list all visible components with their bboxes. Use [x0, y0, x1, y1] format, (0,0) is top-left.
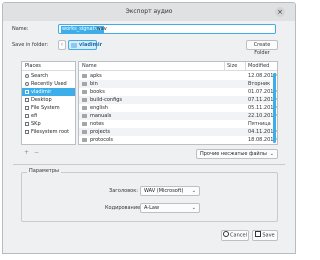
- file-list: Name Size Modified apks 12.08.2019 bin Вто…: [78, 61, 278, 145]
- cancel-button[interactable]: Cancel: [221, 230, 249, 241]
- place-filesystem-root[interactable]: Filesystem root: [22, 128, 75, 136]
- file-row[interactable]: manuals 22.10.2019: [79, 112, 277, 120]
- column-modified-header[interactable]: Modified: [248, 62, 269, 71]
- desktop-icon: [25, 97, 29, 102]
- place-recently-used[interactable]: Recently Used: [22, 80, 75, 88]
- clock-icon: [25, 81, 29, 86]
- parameters-group: [21, 172, 278, 222]
- window-title: Экспорт аудио: [125, 8, 173, 15]
- encoding-select[interactable]: A-Law ⌄: [140, 203, 200, 213]
- places-panel: Places Search Recently Used vladimir Des…: [21, 61, 76, 145]
- chevron-down-icon: ⌄: [191, 205, 196, 211]
- breadcrumb-label: vladimir: [79, 42, 103, 48]
- breadcrumb-home[interactable]: vladimir: [68, 40, 102, 50]
- place-home[interactable]: vladimir: [22, 88, 75, 96]
- drive-icon: [25, 113, 29, 118]
- place-desktop[interactable]: Desktop: [22, 96, 75, 104]
- place-skp[interactable]: SKp: [22, 120, 75, 128]
- home-icon: [25, 89, 29, 94]
- home-folder-icon: [71, 43, 77, 48]
- place-efi[interactable]: efi: [22, 112, 75, 120]
- save-button[interactable]: Save: [252, 230, 278, 241]
- separator: [13, 164, 285, 165]
- folder-icon: [82, 81, 87, 86]
- close-icon[interactable]: ×: [275, 7, 285, 17]
- header-label: Заголовок:: [109, 188, 138, 194]
- column-divider: [245, 62, 246, 71]
- parameters-title: Параметры: [27, 168, 61, 174]
- file-list-scrollbar[interactable]: [270, 71, 277, 144]
- folder-icon: [82, 105, 87, 110]
- column-name-header[interactable]: Name: [82, 62, 97, 71]
- file-row[interactable]: english 05.11.2019: [79, 104, 277, 112]
- file-row[interactable]: books 01.07.2019: [79, 88, 277, 96]
- file-row[interactable]: projects 04.11.2019: [79, 128, 277, 136]
- export-audio-dialog: Экспорт аудио × Name: works_signature .w…: [2, 2, 296, 254]
- place-search[interactable]: Search: [22, 72, 75, 80]
- file-row[interactable]: build-configs 07.11.2019: [79, 96, 277, 104]
- place-file-system[interactable]: File System: [22, 104, 75, 112]
- chevron-down-icon: ⌄: [269, 151, 274, 157]
- filename-extension: .wav: [95, 26, 107, 32]
- folder-icon: [82, 129, 87, 134]
- search-icon: [25, 73, 29, 78]
- back-arrow-icon[interactable]: ‹: [58, 40, 66, 50]
- chevron-down-icon: ⌄: [191, 188, 196, 194]
- filename-input[interactable]: works_signature .wav: [58, 24, 276, 34]
- file-row[interactable]: apks 12.08.2019: [79, 72, 277, 80]
- places-header: Places: [22, 62, 75, 71]
- file-row[interactable]: protocols 18.08.2019: [79, 136, 277, 144]
- folder-icon: [82, 113, 87, 118]
- cancel-icon: [223, 231, 230, 237]
- add-place-button[interactable]: +: [24, 149, 29, 156]
- title-bar: Экспорт аудио ×: [3, 3, 295, 21]
- drive-icon: [25, 129, 29, 134]
- header-format-select[interactable]: WAV (Microsoft) ⌄: [140, 186, 200, 196]
- save-in-label: Save in folder:: [12, 42, 49, 48]
- file-type-filter[interactable]: Прочие несжатые файлы ⌄: [196, 149, 278, 159]
- create-folder-button[interactable]: Create Folder: [246, 40, 278, 56]
- file-row[interactable]: bin Вторник: [79, 80, 270, 88]
- column-divider: [224, 62, 225, 71]
- column-size-header[interactable]: Size: [227, 62, 237, 71]
- drive-icon: [25, 121, 29, 126]
- scrollbar-thumb[interactable]: [273, 73, 276, 143]
- drive-icon: [25, 105, 29, 110]
- encoding-label: Кодирование:: [105, 205, 142, 211]
- folder-icon: [82, 89, 87, 94]
- name-label: Name:: [12, 26, 29, 32]
- folder-icon: [82, 121, 87, 126]
- folder-icon: [82, 137, 87, 142]
- save-icon: [255, 231, 262, 237]
- folder-icon: [82, 97, 87, 102]
- remove-place-button[interactable]: −: [34, 149, 39, 156]
- file-row[interactable]: notes Пятница: [79, 120, 271, 128]
- folder-icon: [82, 73, 87, 78]
